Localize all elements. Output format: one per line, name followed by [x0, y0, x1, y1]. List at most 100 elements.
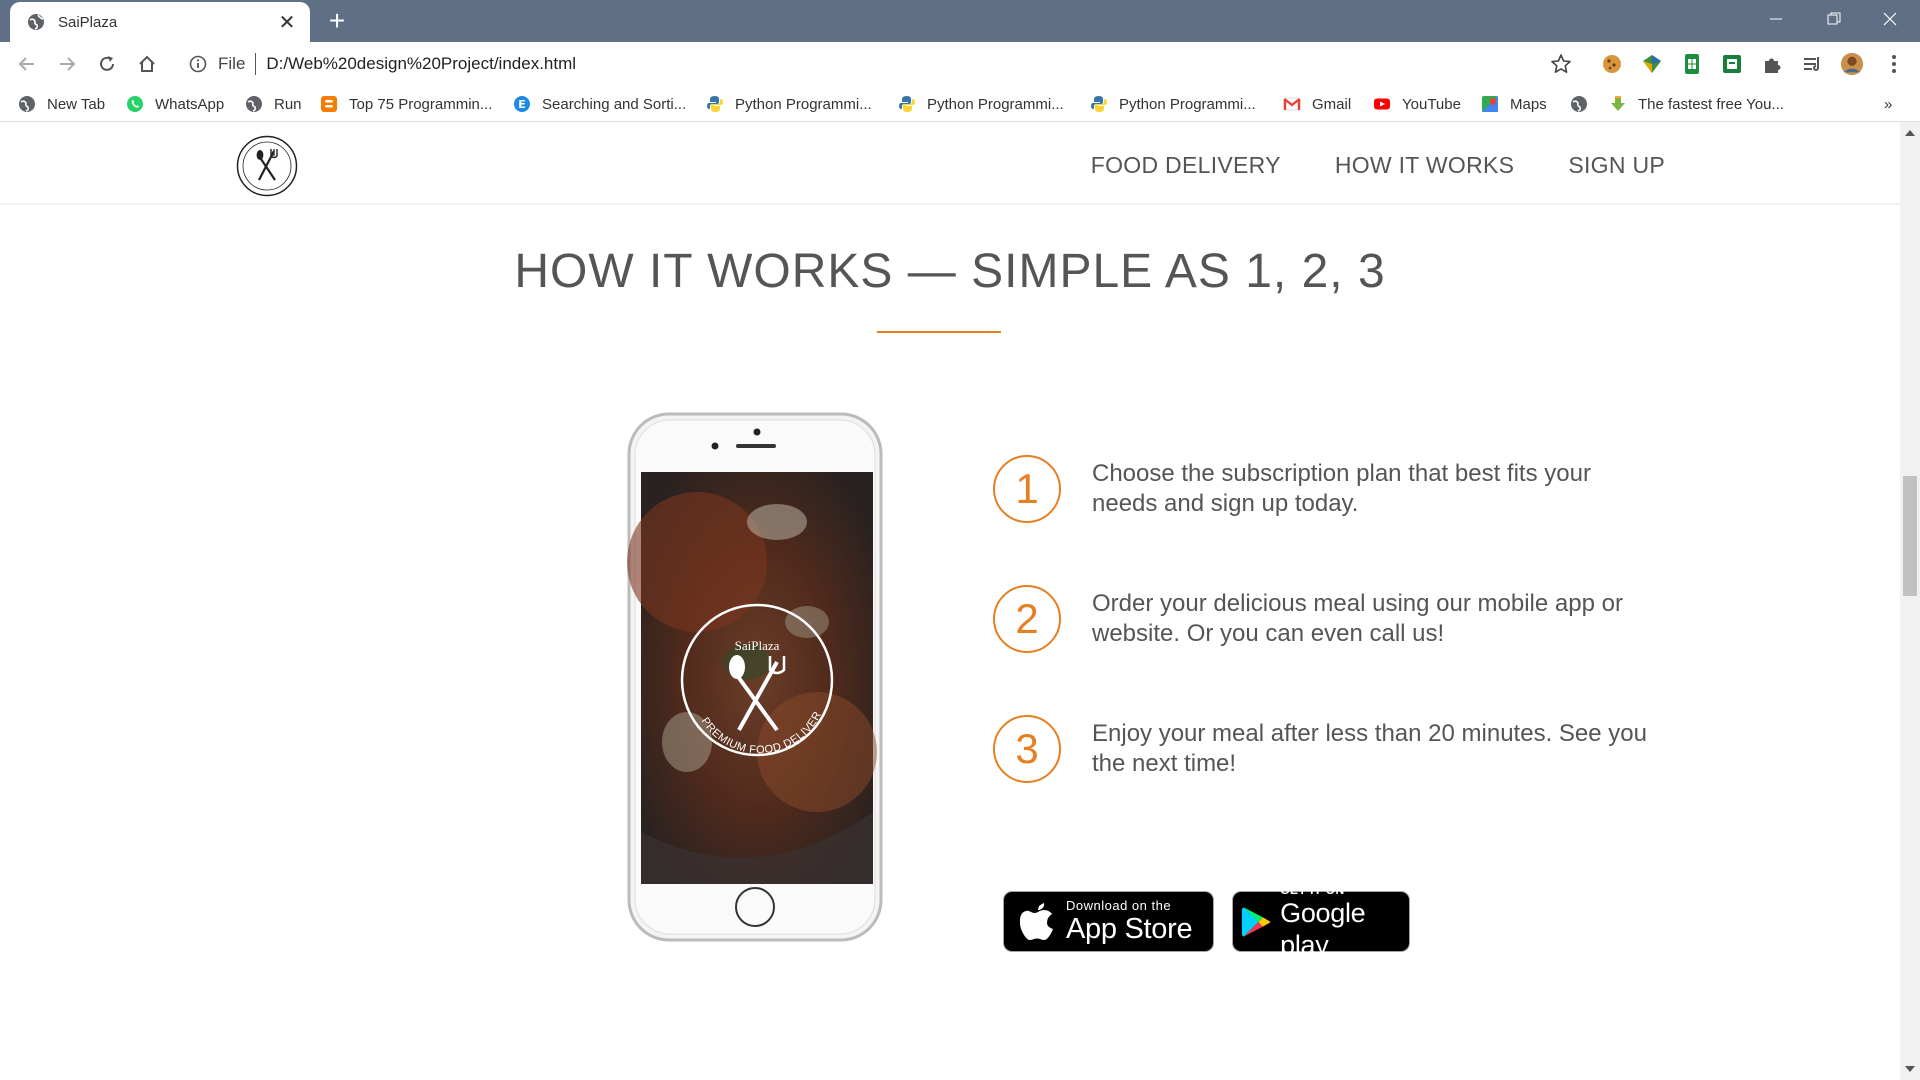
bookmark-label: WhatsApp — [155, 95, 225, 113]
blogger-icon — [321, 96, 337, 112]
page-scrollbar[interactable] — [1900, 122, 1920, 1080]
bookmark-globe[interactable] — [1570, 92, 1599, 116]
google-play-small-text: GET IT ON — [1280, 882, 1345, 897]
step-text: Choose the subscription plan that best f… — [1092, 460, 1591, 517]
address-bar[interactable]: File D:/Web%20design%20Project/index.htm… — [178, 47, 1582, 81]
step-item-2: 2 Order your delicious meal using our mo… — [993, 585, 1652, 653]
bookmark-star-icon[interactable] — [1550, 53, 1572, 75]
reload-icon[interactable] — [91, 48, 123, 80]
nav-links: FOOD DELIVERY HOW IT WORKS SIGN UP — [1091, 152, 1665, 179]
omnibox-divider — [255, 53, 257, 75]
bookmark-label: YouTube — [1402, 95, 1461, 113]
window-close-icon[interactable] — [1862, 0, 1918, 38]
bookmark-youtube[interactable]: YouTube — [1373, 92, 1461, 116]
home-icon[interactable] — [131, 48, 163, 80]
step-item-1: 1 Choose the subscription plan that best… — [993, 455, 1652, 523]
bookmark-gmail[interactable]: Gmail — [1283, 92, 1351, 116]
bookmark-top75[interactable]: Top 75 Programmin... — [320, 92, 492, 116]
app-store-big-text: App Store — [1066, 912, 1193, 945]
bookmarks-bar: New Tab WhatsApp Run Top 75 Programmin..… — [0, 86, 1920, 122]
google-play-icon — [1241, 906, 1271, 937]
nav-link-food-delivery[interactable]: FOOD DELIVERY — [1091, 152, 1281, 179]
forward-icon[interactable] — [51, 48, 83, 80]
python-icon — [899, 96, 915, 112]
bookmark-label: New Tab — [47, 95, 106, 113]
google-play-badge[interactable]: GET IT ON Google play — [1232, 883, 1410, 960]
saiplaza-logo[interactable] — [236, 135, 298, 197]
scroll-up-arrow[interactable] — [1905, 130, 1915, 136]
globe-icon — [246, 96, 262, 112]
step-number-badge: 2 — [993, 585, 1061, 653]
step-number-badge: 3 — [993, 715, 1061, 783]
bookmark-label: Top 75 Programmin... — [349, 95, 493, 113]
step-text: Enjoy your meal after less than 20 minut… — [1092, 720, 1647, 777]
phone-logo-name: SaiPlaza — [735, 638, 780, 653]
profile-avatar[interactable] — [1840, 52, 1864, 76]
bookmark-python-2[interactable]: Python Programmi... — [898, 92, 1064, 116]
svg-text:E: E — [518, 98, 526, 111]
whatsapp-icon — [127, 96, 143, 112]
globe-icon — [1571, 96, 1587, 112]
back-icon[interactable] — [11, 48, 43, 80]
app-store-small-text: Download on the — [1066, 897, 1172, 913]
nav-link-how-it-works[interactable]: HOW IT WORKS — [1335, 152, 1515, 179]
bookmark-run[interactable]: Run — [245, 92, 302, 116]
section-title: HOW IT WORKS — SIMPLE AS 1, 2, 3 — [514, 245, 1386, 298]
title-divider — [877, 331, 1001, 333]
download-icon — [1611, 96, 1625, 111]
menu-dots-icon[interactable] — [1882, 52, 1906, 76]
bookmark-label: Python Programmi... — [1119, 95, 1256, 113]
sheets-extension-icon[interactable] — [1680, 52, 1704, 76]
gmail-icon — [1283, 97, 1301, 111]
page-viewport: FOOD DELIVERY HOW IT WORKS SIGN UP HOW I… — [0, 122, 1900, 1080]
scroll-down-arrow[interactable] — [1905, 1066, 1915, 1072]
app-store-badge[interactable]: Download on the App Store — [1003, 891, 1214, 952]
google-play-big-text: Google play — [1280, 897, 1366, 960]
extensions-puzzle-icon[interactable] — [1760, 52, 1784, 76]
reading-list-icon[interactable] — [1800, 52, 1824, 76]
bookmark-label: Python Programmi... — [927, 95, 1064, 113]
bookmark-youtube-downloader[interactable]: The fastest free You... — [1609, 92, 1784, 116]
restore-icon[interactable] — [1806, 0, 1862, 38]
step-number-badge: 1 — [993, 455, 1061, 523]
bookmark-label: Run — [274, 95, 302, 113]
scroll-thumb[interactable] — [1903, 476, 1917, 596]
tab-strip: SaiPlaza ✕ + — [0, 0, 1920, 42]
bookmark-label: Python Programmi... — [735, 95, 872, 113]
bookmark-searching-sorting[interactable]: E Searching and Sorti... — [513, 92, 686, 116]
tab-close-icon[interactable]: ✕ — [276, 11, 298, 34]
more-bookmarks-label: » — [1884, 95, 1893, 113]
bookmark-python-3[interactable]: Python Programmi... — [1090, 92, 1256, 116]
browser-tab[interactable]: SaiPlaza ✕ — [10, 2, 310, 42]
green-doc-extension-icon[interactable] — [1720, 52, 1744, 76]
phone-mockup-image: SaiPlaza PREMIUM FOOD DELIVERY — [627, 412, 883, 942]
maps-icon — [1482, 96, 1498, 112]
url-text[interactable]: D:/Web%20design%20Project/index.html — [266, 54, 576, 74]
bookmark-new-tab[interactable]: New Tab — [18, 92, 105, 116]
e-icon: E — [514, 96, 530, 112]
more-bookmarks-icon[interactable]: » — [1884, 92, 1892, 116]
apple-icon — [1020, 902, 1053, 940]
step-text: Order your delicious meal using our mobi… — [1092, 590, 1623, 647]
info-icon[interactable] — [188, 54, 208, 74]
site-navbar: FOOD DELIVERY HOW IT WORKS SIGN UP — [0, 130, 1900, 205]
cookie-extension-icon[interactable] — [1600, 52, 1624, 76]
youtube-icon — [1374, 98, 1390, 110]
nav-link-sign-up[interactable]: SIGN UP — [1568, 152, 1665, 179]
colorful-extension-icon[interactable] — [1640, 52, 1664, 76]
bookmark-whatsapp[interactable]: WhatsApp — [126, 92, 224, 116]
python-icon — [1091, 96, 1107, 112]
tab-title: SaiPlaza — [58, 13, 118, 31]
bookmark-label: Gmail — [1312, 95, 1352, 113]
new-tab-button[interactable]: + — [322, 5, 352, 36]
bookmark-maps[interactable]: Maps — [1481, 92, 1547, 116]
step-item-3: 3 Enjoy your meal after less than 20 min… — [993, 715, 1652, 783]
python-icon — [707, 96, 723, 112]
bookmark-label: Searching and Sorti... — [542, 95, 687, 113]
browser-toolbar: File D:/Web%20design%20Project/index.htm… — [0, 42, 1920, 86]
globe-icon — [19, 96, 35, 112]
minimize-icon[interactable] — [1748, 0, 1804, 38]
globe-icon — [28, 14, 44, 30]
bookmark-python-1[interactable]: Python Programmi... — [706, 92, 872, 116]
bookmark-label: The fastest free You... — [1638, 95, 1784, 113]
